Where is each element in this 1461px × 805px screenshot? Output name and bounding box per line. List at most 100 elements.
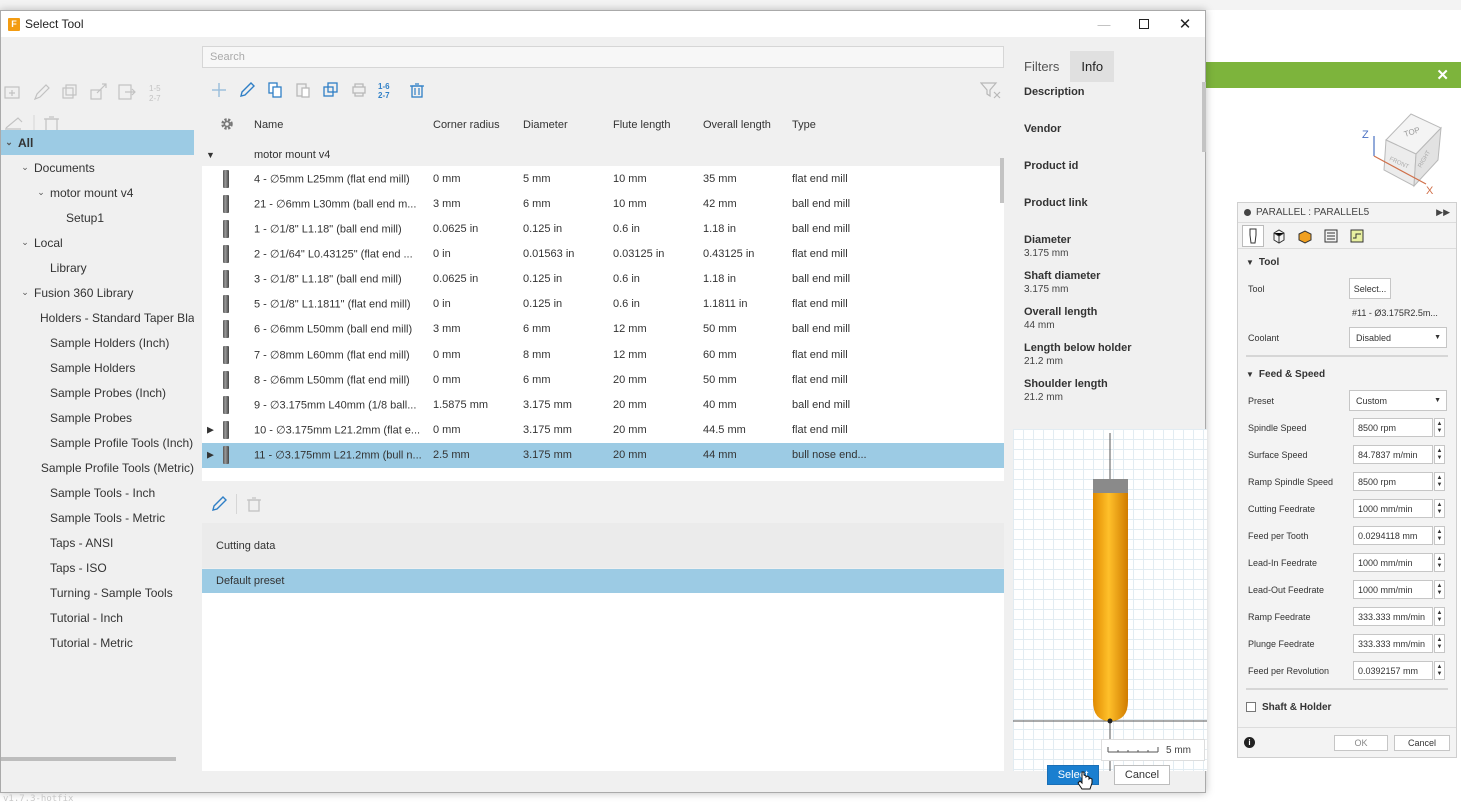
feed-field-input[interactable]: 1000 mm/min (1353, 580, 1433, 599)
new-folder-icon[interactable] (4, 86, 20, 99)
table-row[interactable]: 2 - ∅1/64" L0.43125" (flat end ... 0 in 0.… (202, 241, 1004, 266)
feed-field-input[interactable]: 333.333 mm/min (1353, 634, 1433, 653)
tab-heights-icon[interactable] (1294, 225, 1316, 247)
column-corner-radius[interactable]: Corner radius (433, 119, 500, 131)
spinner-icon[interactable]: ▲ ▼ (1434, 418, 1445, 437)
table-row[interactable]: ▶ 10 - ∅3.175mm L21.2mm (flat e... 0 mm 3.1… (202, 417, 1004, 442)
column-name[interactable]: Name (254, 119, 283, 131)
table-row[interactable]: 7 - ∅8mm L60mm (flat end mill) 0 mm 8 mm 12… (202, 342, 1004, 367)
feed-field-input[interactable]: 8500 rpm (1353, 418, 1433, 437)
import-icon[interactable] (90, 83, 107, 100)
feed-field-input[interactable]: 1000 mm/min (1353, 499, 1433, 518)
feed-field-input[interactable]: 0.0294118 mm (1353, 526, 1433, 545)
tree-item[interactable]: Sample Profile Tools (Metric) (1, 455, 194, 480)
close-icon[interactable]: ✕ (1165, 11, 1205, 37)
tree-item[interactable]: ⌄ All (1, 130, 194, 155)
feed-field-input[interactable]: 84.7837 m/min (1353, 445, 1433, 464)
column-settings-icon[interactable] (219, 116, 235, 135)
expand-chevron-icon[interactable]: ⌄ (20, 162, 30, 173)
tree-item[interactable]: Sample Tools - Metric (1, 505, 194, 530)
renumber-tools-icon[interactable]: 1-6 2-7 (376, 79, 398, 101)
tree-item[interactable]: Holders - Standard Taper Blanks (1, 305, 194, 330)
tab-filters[interactable]: Filters (1013, 51, 1070, 82)
spinner-icon[interactable]: ▲ ▼ (1434, 661, 1445, 680)
spinner-icon[interactable]: ▲ ▼ (1434, 634, 1445, 653)
table-vertical-scrollbar[interactable] (1000, 158, 1004, 203)
table-row[interactable]: ▶ 11 - ∅3.175mm L21.2mm (bull n... 2.5 mm 3… (202, 442, 1004, 468)
view-cube[interactable]: TOP FRONT RIGHT Z X (1356, 108, 1451, 198)
delete-tool-icon[interactable] (406, 79, 428, 101)
tree-item[interactable]: Sample Tools - Inch (1, 480, 194, 505)
tree-item[interactable]: Tutorial - Metric (1, 630, 194, 655)
tab-geometry-icon[interactable] (1268, 225, 1290, 247)
spinner-icon[interactable]: ▲ ▼ (1434, 553, 1445, 572)
group-row[interactable]: ▼ motor mount v4 (202, 143, 1004, 166)
spinner-icon[interactable]: ▲ ▼ (1434, 445, 1445, 464)
info-scrollbar[interactable] (1202, 82, 1206, 152)
collapse-arrow-icon[interactable]: ▼ (206, 150, 215, 160)
expand-chevron-icon[interactable]: ⌄ (4, 137, 14, 148)
search-input[interactable]: Search (202, 46, 1004, 68)
edit-tool-icon[interactable] (236, 79, 258, 101)
column-overall-length[interactable]: Overall length (703, 119, 771, 131)
spinner-icon[interactable]: ▲ ▼ (1434, 607, 1445, 626)
table-row[interactable]: 1 - ∅1/8" L1.18" (ball end mill) 0.0625 i… (202, 216, 1004, 241)
expand-chevron-icon[interactable]: ⌄ (20, 237, 30, 248)
tree-item[interactable]: Sample Holders (Inch) (1, 330, 194, 355)
tool-select-button[interactable]: Select... (1349, 278, 1391, 299)
feed-field-input[interactable]: 1000 mm/min (1353, 553, 1433, 572)
edit-preset-icon[interactable] (208, 493, 230, 515)
table-row[interactable]: 9 - ∅3.175mm L40mm (1/8 ball... 1.5875 mm… (202, 392, 1004, 417)
expand-arrow-icon[interactable]: ▶ (207, 424, 214, 435)
column-type[interactable]: Type (792, 119, 816, 131)
delete-library-icon[interactable] (44, 116, 59, 132)
tree-item[interactable]: Taps - ANSI (1, 530, 194, 555)
column-diameter[interactable]: Diameter (523, 119, 568, 131)
close-icon[interactable]: ✕ (1436, 66, 1449, 84)
spinner-icon[interactable]: ▲ ▼ (1434, 526, 1445, 545)
tree-item[interactable]: Sample Holders (1, 355, 194, 380)
renumber-icon[interactable]: 1-52-7 (149, 84, 161, 103)
tree-item[interactable]: Taps - ISO (1, 555, 194, 580)
tree-item[interactable]: Library (1, 255, 194, 280)
tree-item[interactable]: Turning - Sample Tools (1, 580, 194, 605)
add-tool-icon[interactable] (208, 79, 230, 101)
tab-info[interactable]: Info (1070, 51, 1115, 82)
feed-section-header[interactable]: ▼ Feed & Speed (1238, 361, 1456, 387)
expand-chevron-icon[interactable]: ⌄ (36, 187, 46, 198)
print-icon[interactable] (348, 79, 370, 101)
delete-preset-icon[interactable] (243, 493, 265, 515)
feed-field-input[interactable]: 333.333 mm/min (1353, 607, 1433, 626)
tree-item[interactable]: Tutorial - Inch (1, 605, 194, 630)
expand-chevron-icon[interactable]: ⌄ (20, 287, 30, 298)
spinner-icon[interactable]: ▲ ▼ (1434, 499, 1445, 518)
expand-arrow-icon[interactable]: ▶ (207, 450, 214, 461)
table-row[interactable]: 3 - ∅1/8" L1.18" (ball end mill) 0.0625 i… (202, 267, 1004, 292)
table-row[interactable]: 5 - ∅1/8" L1.1811" (flat end mill) 0 in 0.… (202, 292, 1004, 317)
tree-item[interactable]: ⌄ Fusion 360 Library (1, 280, 194, 305)
duplicate-tool-icon[interactable] (320, 79, 342, 101)
chart-icon[interactable] (5, 117, 23, 130)
info-icon[interactable]: i (1244, 737, 1255, 748)
feed-field-input[interactable]: 0.0392157 mm (1353, 661, 1433, 680)
rename-icon[interactable] (33, 84, 50, 101)
tab-passes-icon[interactable] (1320, 225, 1342, 247)
tree-item[interactable]: ⌄ Local (1, 230, 194, 255)
panel-cancel-button[interactable]: Cancel (1394, 734, 1450, 751)
paste-tool-icon[interactable] (292, 79, 314, 101)
tree-item[interactable]: ⌄ motor mount v4 (1, 180, 194, 205)
tree-horizontal-scrollbar[interactable] (1, 757, 176, 761)
coolant-dropdown[interactable]: Disabled ▼ (1349, 327, 1447, 348)
tree-item[interactable]: Setup1 (1, 205, 194, 230)
shaft-section-header[interactable]: Shaft & Holder (1238, 694, 1456, 720)
tree-item[interactable]: ⌄ Documents (1, 155, 194, 180)
preset-dropdown[interactable]: Custom ▼ (1349, 390, 1447, 411)
tree-item[interactable]: Sample Profile Tools (Inch) (1, 430, 194, 455)
preset-row[interactable]: Default preset (202, 569, 1004, 593)
table-row[interactable]: 8 - ∅6mm L50mm (flat end mill) 0 mm 6 mm 20… (202, 367, 1004, 392)
minimize-icon[interactable]: — (1084, 11, 1124, 37)
copy-tool-icon[interactable] (264, 79, 286, 101)
ok-button[interactable]: OK (1334, 734, 1388, 751)
tab-linking-icon[interactable] (1346, 225, 1368, 247)
tool-section-header[interactable]: ▼ Tool (1238, 249, 1456, 275)
